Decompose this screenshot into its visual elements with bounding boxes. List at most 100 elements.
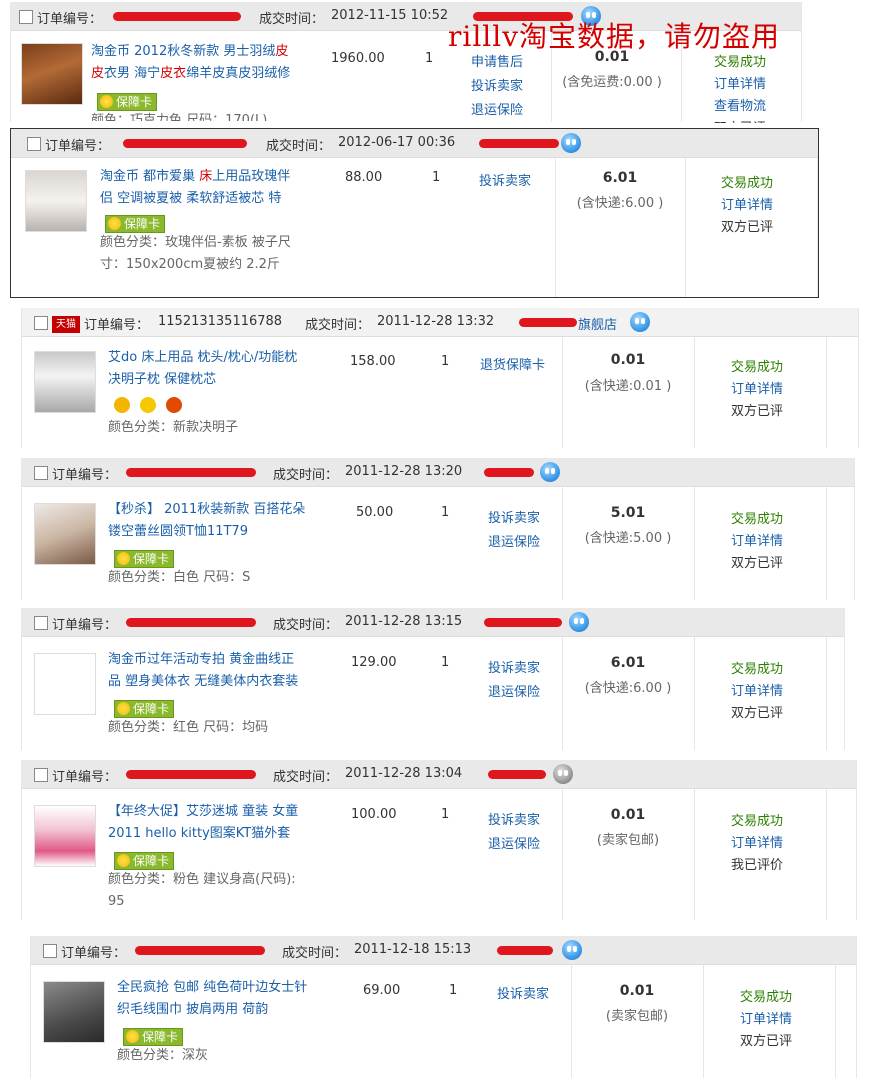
quantity: 1 xyxy=(441,655,450,670)
guarantee-card-badge[interactable]: 保障卡 xyxy=(123,1028,184,1046)
column-divider xyxy=(826,789,827,920)
product-title[interactable]: 淘金币 都市爱巢 床上用品玫瑰伴 侣 空调被夏被 柔软舒适被芯 特 xyxy=(100,166,330,210)
product-thumbnail[interactable] xyxy=(34,805,96,867)
order-header: 订单编号： 成交时间： 2011-12-18 15:13 xyxy=(31,936,856,965)
order-number: 115213135116788 xyxy=(158,314,283,329)
product-thumbnail[interactable] xyxy=(21,43,83,105)
wangwang-chat-icon[interactable] xyxy=(569,612,589,632)
seller-name-suffix[interactable]: 旗舰店 xyxy=(578,314,617,333)
authentic-icon xyxy=(166,397,182,413)
deal-time-label: 成交时间： xyxy=(266,139,332,154)
deal-time: 2011-12-28 13:20 xyxy=(345,464,463,479)
complain-seller-link[interactable]: 投诉卖家 xyxy=(497,983,549,1002)
seller-name-redacted[interactable] xyxy=(479,139,559,148)
order-detail-link[interactable]: 订单详情 xyxy=(731,832,783,851)
order-detail-link[interactable]: 订单详情 xyxy=(731,680,783,699)
order-number-label: 订单编号： xyxy=(37,12,103,27)
complain-seller-link[interactable]: 投诉卖家 xyxy=(479,170,531,189)
product-title[interactable]: 淘金币 2012秋冬新款 男士羽绒皮 皮衣男 海宁皮衣绵羊皮真皮羽绒修 xyxy=(91,41,331,85)
product-thumbnail[interactable] xyxy=(25,170,87,232)
guarantee-card-badge[interactable]: 保障卡 xyxy=(114,852,175,870)
guarantee-card-badge[interactable]: 保障卡 xyxy=(114,700,175,718)
seller-name-redacted[interactable] xyxy=(488,770,546,779)
order-total: 0.01 xyxy=(610,352,646,368)
review-status: 我已评价 xyxy=(731,858,784,873)
wangwang-chat-icon[interactable] xyxy=(630,312,650,332)
order-number-redacted xyxy=(123,139,247,148)
deal-time-label: 成交时间： xyxy=(259,12,325,27)
view-logistics-link[interactable]: 查看物流 xyxy=(714,95,766,114)
wangwang-chat-icon[interactable] xyxy=(561,133,581,153)
product-thumbnail[interactable] xyxy=(43,981,105,1043)
guarantee-card-badge[interactable]: 保障卡 xyxy=(105,215,166,233)
order-checkbox[interactable] xyxy=(34,768,48,782)
order-checkbox[interactable] xyxy=(34,316,48,330)
shipping-fee: (卖家包邮) xyxy=(605,1009,669,1024)
product-title[interactable]: 【年终大促】艾莎迷城 童装 女童 2011 hello kitty图案KT猫外套 xyxy=(108,801,348,845)
product-attributes: 颜色：巧克力色 尺码：170(L) xyxy=(91,113,268,121)
product-title[interactable]: 艾do 床上用品 枕头/枕心/功能枕 决明子枕 保健枕芯 xyxy=(108,347,348,391)
return-insurance-link[interactable]: 退运保险 xyxy=(471,99,523,118)
order-detail-link[interactable]: 订单详情 xyxy=(721,194,773,213)
review-status: 双方已评 xyxy=(740,1034,793,1049)
seller-name-redacted[interactable] xyxy=(519,318,577,327)
order-card-7: 订单编号： 成交时间： 2011-12-18 15:13 全民疯抢 包邮 纯色荷… xyxy=(30,936,857,1078)
complain-seller-link[interactable]: 投诉卖家 xyxy=(488,507,540,526)
return-insurance-link[interactable]: 退运保险 xyxy=(488,531,540,550)
order-checkbox[interactable] xyxy=(27,137,41,151)
seller-name-redacted[interactable] xyxy=(497,946,553,955)
wangwang-chat-icon[interactable] xyxy=(540,462,560,482)
product-thumbnail[interactable] xyxy=(34,503,96,565)
order-card-5: 订单编号： 成交时间： 2011-12-28 13:15 淘金币过年活动专拍 黄… xyxy=(21,608,845,750)
guarantee-card-badge[interactable]: 保障卡 xyxy=(114,550,175,568)
order-detail-link[interactable]: 订单详情 xyxy=(731,530,783,549)
column-divider xyxy=(826,487,827,600)
product-thumbnail[interactable] xyxy=(34,351,96,413)
order-detail-link[interactable]: 订单详情 xyxy=(740,1008,792,1027)
trade-status: 交易成功 xyxy=(731,512,784,527)
product-thumbnail[interactable] xyxy=(34,653,96,715)
complain-seller-link[interactable]: 投诉卖家 xyxy=(488,657,540,676)
seller-name-redacted[interactable] xyxy=(484,468,534,477)
wangwang-chat-icon[interactable] xyxy=(562,940,582,960)
trade-status: 交易成功 xyxy=(731,814,784,829)
quantity: 1 xyxy=(432,170,441,185)
return-insurance-link[interactable]: 退运保险 xyxy=(488,833,540,852)
product-title[interactable]: 全民疯抢 包邮 纯色荷叶边女士针 织毛线围巾 披肩两用 荷韵 xyxy=(117,977,357,1021)
order-checkbox[interactable] xyxy=(34,616,48,630)
order-detail-link[interactable]: 订单详情 xyxy=(731,378,783,397)
shipping-fee: (含快递:5.00 ) xyxy=(584,531,672,546)
order-header: 订单编号： 成交时间： 2011-12-28 13:20 xyxy=(22,458,854,487)
wangwang-offline-icon[interactable] xyxy=(553,764,573,784)
deal-time-label: 成交时间： xyxy=(273,618,339,633)
deal-time: 2011-12-28 13:32 xyxy=(377,314,495,329)
return-guarantee-link[interactable]: 退货保障卡 xyxy=(480,354,545,373)
order-total: 0.01 xyxy=(610,807,646,823)
order-checkbox[interactable] xyxy=(19,10,33,24)
order-number-label: 订单编号： xyxy=(52,468,118,483)
seller-name-redacted[interactable] xyxy=(484,618,562,627)
order-number-label: 订单编号： xyxy=(84,318,150,333)
order-checkbox[interactable] xyxy=(43,944,57,958)
shipping-fee: (含免运费:0.00 ) xyxy=(562,75,662,90)
product-title[interactable]: 淘金币过年活动专拍 黄金曲线正 品 塑身美体衣 无缝美体内衣套装 xyxy=(108,649,348,693)
order-checkbox[interactable] xyxy=(34,466,48,480)
order-body: 全民疯抢 包邮 纯色荷叶边女士针 织毛线围巾 披肩两用 荷韵 保障卡 颜色分类：… xyxy=(31,965,856,1078)
complain-seller-link[interactable]: 投诉卖家 xyxy=(488,809,540,828)
order-detail-link[interactable]: 订单详情 xyxy=(714,73,766,92)
product-attributes: 颜色分类：白色 尺码：S xyxy=(108,570,251,585)
column-divider xyxy=(826,337,827,448)
shipping-fee: (含快递:0.01 ) xyxy=(584,379,672,394)
order-number-redacted xyxy=(113,12,241,21)
column-divider xyxy=(835,965,836,1078)
quantity: 1 xyxy=(441,354,450,369)
deal-time-label: 成交时间： xyxy=(305,318,371,333)
trade-status: 交易成功 xyxy=(731,662,784,677)
product-title[interactable]: 【秒杀】 2011秋装新款 百搭花朵 镂空蕾丝圆领T恤11T79 xyxy=(108,499,348,543)
product-attributes: 颜色分类：粉色 建议身高(尺码): 95 xyxy=(108,872,296,909)
deal-time: 2012-11-15 10:52 xyxy=(331,8,449,23)
unit-price: 50.00 xyxy=(356,505,394,520)
deal-time-label: 成交时间： xyxy=(273,770,339,785)
return-insurance-link[interactable]: 退运保险 xyxy=(488,681,540,700)
complain-seller-link[interactable]: 投诉卖家 xyxy=(471,75,523,94)
